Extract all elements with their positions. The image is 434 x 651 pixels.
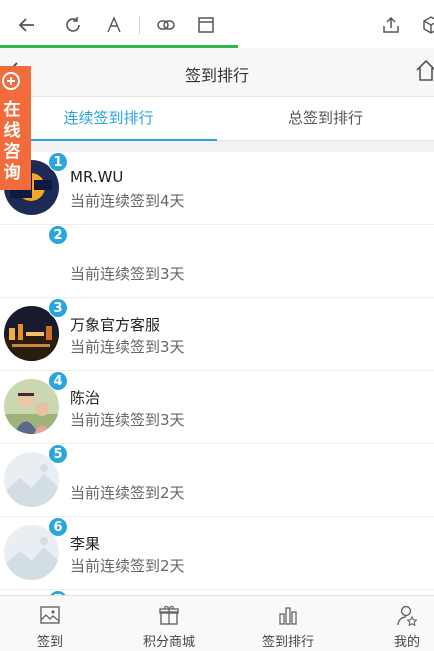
consult-label: 在线咨询	[3, 100, 21, 183]
back-arrow-icon[interactable]	[16, 14, 38, 36]
bar-chart-icon	[277, 604, 299, 626]
page-header: 签到排行	[0, 48, 434, 97]
signin-days: 当前连续签到2天	[70, 484, 185, 502]
plus-icon	[2, 72, 20, 90]
gift-icon	[158, 604, 180, 626]
rank-badge: 5	[48, 444, 68, 464]
signin-days: 当前连续签到4天	[70, 192, 185, 210]
refresh-icon[interactable]	[62, 14, 84, 36]
nav-item-signin-ranking[interactable]: 签到排行	[238, 596, 338, 651]
signin-days: 当前连续签到2天	[70, 557, 185, 575]
tab-total-signin[interactable]: 总签到排行	[217, 97, 434, 141]
rank-badge: 6	[48, 517, 68, 537]
toolbar-divider	[139, 16, 140, 34]
nav-label: 我的	[393, 635, 420, 650]
user-name: 李果	[70, 535, 101, 553]
cube-icon[interactable]	[420, 14, 434, 36]
nav-label: 签到排行	[261, 635, 314, 650]
user-name: MR.WU	[70, 168, 124, 186]
list-item[interactable]: 4 陈治 当前连续签到3天	[0, 371, 434, 444]
user-name: 陈治	[70, 389, 101, 407]
rank-badge: 2	[48, 225, 68, 245]
section-gap	[0, 141, 434, 152]
home-icon[interactable]	[414, 58, 434, 84]
list-item[interactable]: 1 MR.WU 当前连续签到4天	[0, 152, 434, 225]
rank-badge: 3	[48, 298, 68, 318]
share-icon[interactable]	[380, 14, 402, 36]
ranking-tabs: 连续签到排行 总签到排行	[0, 97, 434, 141]
list-item[interactable]: 5 当前连续签到2天	[0, 444, 434, 517]
signin-days: 当前连续签到3天	[70, 265, 185, 283]
font-size-icon[interactable]	[103, 14, 125, 36]
rank-badge: 1	[48, 152, 68, 172]
nav-item-points-mall[interactable]: 积分商城	[119, 596, 219, 651]
user-star-icon	[396, 604, 418, 627]
online-consult-button[interactable]: 在线咨询	[0, 66, 31, 190]
browser-toolbar	[0, 0, 434, 48]
rank-badge: 4	[48, 371, 68, 391]
signin-days: 当前连续签到3天	[70, 338, 185, 356]
signin-days: 当前连续签到3天	[70, 411, 185, 429]
list-item[interactable]: 6 李果 当前连续签到2天	[0, 517, 434, 590]
window-icon[interactable]	[195, 14, 217, 36]
list-item[interactable]: 2 当前连续签到3天	[0, 225, 434, 298]
nav-label: 签到	[36, 635, 63, 650]
list-item[interactable]: 3 万象官方客服 当前连续签到3天	[0, 298, 434, 371]
nav-label: 积分商城	[142, 635, 195, 650]
page-title: 签到排行	[184, 66, 249, 85]
image-icon	[39, 604, 61, 626]
link-icon[interactable]	[155, 14, 177, 36]
user-name: 万象官方客服	[70, 316, 161, 334]
nav-item-signin[interactable]: 签到	[0, 596, 100, 651]
bottom-nav: 签到 积分商城 签到排行 我的	[0, 595, 434, 651]
ranking-list: 1 MR.WU 当前连续签到4天 2 当前连续签到3天 3 万象官方客服 当前连…	[0, 152, 434, 595]
tab-continuous-signin[interactable]: 连续签到排行	[0, 97, 217, 141]
nav-item-mine[interactable]: 我的	[357, 596, 434, 651]
